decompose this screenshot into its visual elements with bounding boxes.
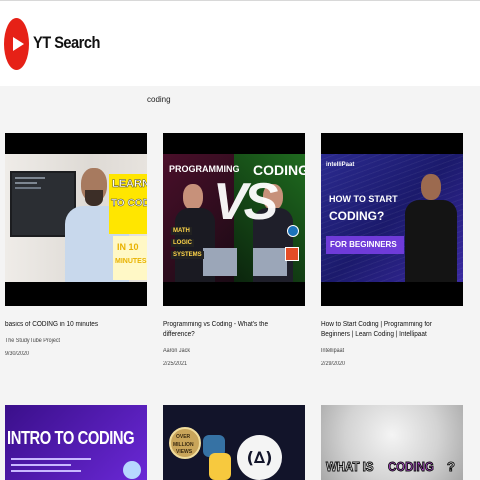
video-date: 2/25/2021 [163,361,188,367]
video-date: 9/30/2020 [5,351,30,357]
video-channel: The StudyTube Project [5,338,61,344]
thumbnail-text: MATH [171,227,192,235]
video-thumbnail[interactable]: WHAT IS CODING ? [321,405,463,480]
thumbnail-text: LOGIC [171,239,194,247]
thumbnail-text: WHAT IS [326,459,374,475]
thumbnail-text: ? [447,459,456,475]
thumbnail-text: INTRO TO CODING [7,428,135,448]
thumbnail-text: SYSTEMS [171,251,204,259]
video-thumbnail[interactable]: VS PROGRAMMING CODING MATH LOGIC SYSTEMS [163,133,305,306]
app-page: YT Search LEARN TO CODE [0,0,480,480]
video-channel: Intellipaat [321,348,345,354]
html5-icon [285,247,299,261]
video-card[interactable]: INTRO TO CODING [5,405,147,480]
thumbnail-text: TO CODE [111,198,147,209]
thumbnail-text: VIEWS [176,449,193,455]
video-channel: Aaron Jack [163,348,191,354]
thumbnail-text: VS [213,173,278,231]
thumbnail-text: OVER [176,434,191,440]
thumbnail-text: IN 10 [117,242,139,252]
video-card[interactable]: OVER MILLION VIEWS (∆) [163,405,305,480]
css3-icon [287,225,299,237]
thumbnail-text: intelliPaat [326,162,355,168]
video-title[interactable]: Programming vs Coding - What's the diffe… [163,320,301,340]
search-input[interactable] [147,93,227,105]
thumbnail-text: MINUTES [115,258,147,265]
video-date: 2/29/2020 [321,361,346,367]
video-card[interactable]: LEARN TO CODE IN 10 MINUTES basics of CO… [5,133,147,358]
thumbnail-text: MILLION [173,442,194,448]
youtube-play-icon [4,18,29,70]
thumbnail-text: PROGRAMMING [169,164,240,174]
thumbnail-text: HOW TO START [329,194,398,204]
video-card[interactable]: intelliPaat HOW TO START CODING? FOR BEG… [321,133,463,368]
video-title[interactable]: How to Start Coding | Programming for Be… [321,320,459,340]
thumbnail-text: CODING [388,459,435,475]
video-thumbnail[interactable]: intelliPaat HOW TO START CODING? FOR BEG… [321,133,463,306]
video-thumbnail[interactable]: LEARN TO CODE IN 10 MINUTES [5,133,147,306]
app-header: YT Search [0,0,480,86]
video-card[interactable]: VS PROGRAMMING CODING MATH LOGIC SYSTEMS… [163,133,305,368]
thumbnail-text: FOR BEGINNERS [330,240,397,249]
video-card[interactable]: WHAT IS CODING ? [321,405,463,480]
video-thumbnail[interactable]: OVER MILLION VIEWS (∆) [163,405,305,480]
thumbnail-text: LEARN [112,178,147,190]
thumbnail-text: CODING? [329,209,385,223]
thumbnail-text: CODING [253,162,305,178]
video-thumbnail[interactable]: INTRO TO CODING [5,405,147,480]
app-title: YT Search [33,33,100,52]
python-icon [203,435,231,480]
video-title[interactable]: basics of CODING in 10 minutes [5,320,143,330]
code-icon: (∆) [237,435,282,480]
